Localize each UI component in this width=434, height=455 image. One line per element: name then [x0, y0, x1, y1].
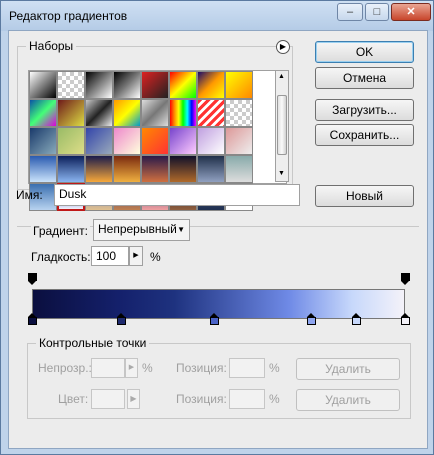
chevron-down-icon: ▼: [177, 225, 185, 234]
ok-button[interactable]: OK: [315, 41, 414, 63]
preset-swatch[interactable]: [169, 71, 197, 99]
opacity-input[interactable]: [91, 358, 125, 378]
preset-swatch[interactable]: [57, 71, 85, 99]
window-title: Редактор градиентов: [9, 9, 128, 23]
gradient-editor-window: Редактор градиентов – □ ✕ Наборы ▶ ▲ ▼ O…: [0, 0, 434, 455]
color-stop[interactable]: [117, 313, 127, 325]
preset-swatch[interactable]: [29, 155, 57, 183]
color-location-unit: %: [269, 392, 280, 406]
color-swatch[interactable]: [91, 389, 125, 409]
smoothness-label: Гладкость:: [31, 250, 91, 264]
preset-swatch[interactable]: [197, 155, 225, 183]
new-button[interactable]: Новый: [315, 185, 414, 207]
preset-swatch[interactable]: [85, 155, 113, 183]
presets-group: Наборы ▶ ▲ ▼: [17, 39, 293, 211]
preset-swatch[interactable]: [29, 99, 57, 127]
opacity-stop[interactable]: [27, 273, 37, 285]
color-delete-button[interactable]: Удалить: [296, 389, 400, 411]
opacity-stop[interactable]: [400, 273, 410, 285]
presets-menu-icon[interactable]: ▶: [276, 40, 290, 54]
opacity-label: Непрозр.:: [38, 361, 92, 375]
preset-swatch[interactable]: [141, 99, 169, 127]
preset-swatch[interactable]: [57, 99, 85, 127]
opacity-location-label: Позиция:: [176, 361, 227, 375]
color-stop[interactable]: [307, 313, 317, 325]
opacity-location-unit: %: [269, 361, 280, 375]
dialog-body: Наборы ▶ ▲ ▼ OK Отмена Загрузить... Сохр…: [8, 30, 428, 449]
scroll-thumb[interactable]: [277, 95, 287, 155]
opacity-unit: %: [142, 361, 153, 375]
smoothness-unit: %: [150, 250, 161, 264]
close-icon: ✕: [406, 6, 416, 18]
preset-swatch[interactable]: [85, 127, 113, 155]
preset-swatch[interactable]: [225, 99, 253, 127]
name-label: Имя:: [16, 188, 43, 202]
minimize-button[interactable]: –: [337, 3, 363, 21]
preset-swatch[interactable]: [113, 127, 141, 155]
color-stop[interactable]: [27, 313, 37, 325]
stops-group: Контрольные точки Непрозр.: ▶ % Позиция:…: [27, 336, 411, 419]
smoothness-slider-icon[interactable]: ▶: [129, 246, 143, 266]
smoothness-input[interactable]: 100: [91, 246, 129, 266]
opacity-location-input[interactable]: [229, 358, 265, 378]
preset-swatch[interactable]: [141, 127, 169, 155]
color-location-label: Позиция:: [176, 392, 227, 406]
gradient-type-label: Градиент:: [31, 224, 91, 238]
load-button[interactable]: Загрузить...: [315, 99, 414, 121]
preset-swatch[interactable]: [85, 99, 113, 127]
color-label: Цвет:: [58, 392, 89, 406]
preset-swatch[interactable]: [225, 127, 253, 155]
presets-label: Наборы: [26, 39, 77, 53]
preset-swatch[interactable]: [85, 71, 113, 99]
preset-swatch-grid[interactable]: [28, 70, 287, 211]
preset-swatch[interactable]: [113, 155, 141, 183]
preset-swatch[interactable]: [169, 99, 197, 127]
stops-group-label: Контрольные точки: [36, 336, 150, 350]
preset-swatch[interactable]: [113, 71, 141, 99]
preset-swatch[interactable]: [57, 155, 85, 183]
preset-swatch[interactable]: [225, 71, 253, 99]
preset-swatch[interactable]: [29, 71, 57, 99]
preset-swatch[interactable]: [141, 71, 169, 99]
gradient-type-value: Непрерывный: [98, 222, 177, 236]
maximize-button[interactable]: □: [365, 3, 389, 21]
color-stop[interactable]: [210, 313, 220, 325]
cancel-button[interactable]: Отмена: [315, 67, 414, 89]
preset-swatch[interactable]: [169, 127, 197, 155]
preset-swatch[interactable]: [169, 155, 197, 183]
opacity-slider-icon[interactable]: ▶: [125, 358, 138, 378]
opacity-delete-button[interactable]: Удалить: [296, 358, 400, 380]
color-stop[interactable]: [400, 313, 410, 325]
scroll-down-icon[interactable]: ▼: [278, 170, 285, 177]
gradient-type-select[interactable]: Непрерывный ▼: [93, 219, 190, 241]
preset-swatch[interactable]: [113, 99, 141, 127]
color-picker-icon[interactable]: ▶: [127, 389, 140, 409]
scroll-up-icon[interactable]: ▲: [278, 73, 285, 80]
preset-swatch[interactable]: [197, 127, 225, 155]
minimize-icon: –: [346, 6, 354, 18]
maximize-icon: □: [373, 6, 381, 18]
preset-swatch[interactable]: [197, 71, 225, 99]
close-button[interactable]: ✕: [391, 3, 431, 21]
preset-swatch[interactable]: [141, 155, 169, 183]
preset-swatch[interactable]: [29, 127, 57, 155]
presets-scrollbar[interactable]: ▲ ▼: [275, 70, 289, 182]
save-button[interactable]: Сохранить...: [315, 124, 414, 146]
color-location-input[interactable]: [229, 389, 265, 409]
title-bar[interactable]: Редактор градиентов – □ ✕: [1, 1, 433, 31]
preset-swatch[interactable]: [57, 127, 85, 155]
preset-swatch[interactable]: [225, 155, 253, 183]
preset-swatch[interactable]: [197, 99, 225, 127]
name-field[interactable]: Dusk: [54, 184, 300, 206]
color-stop[interactable]: [352, 313, 361, 325]
